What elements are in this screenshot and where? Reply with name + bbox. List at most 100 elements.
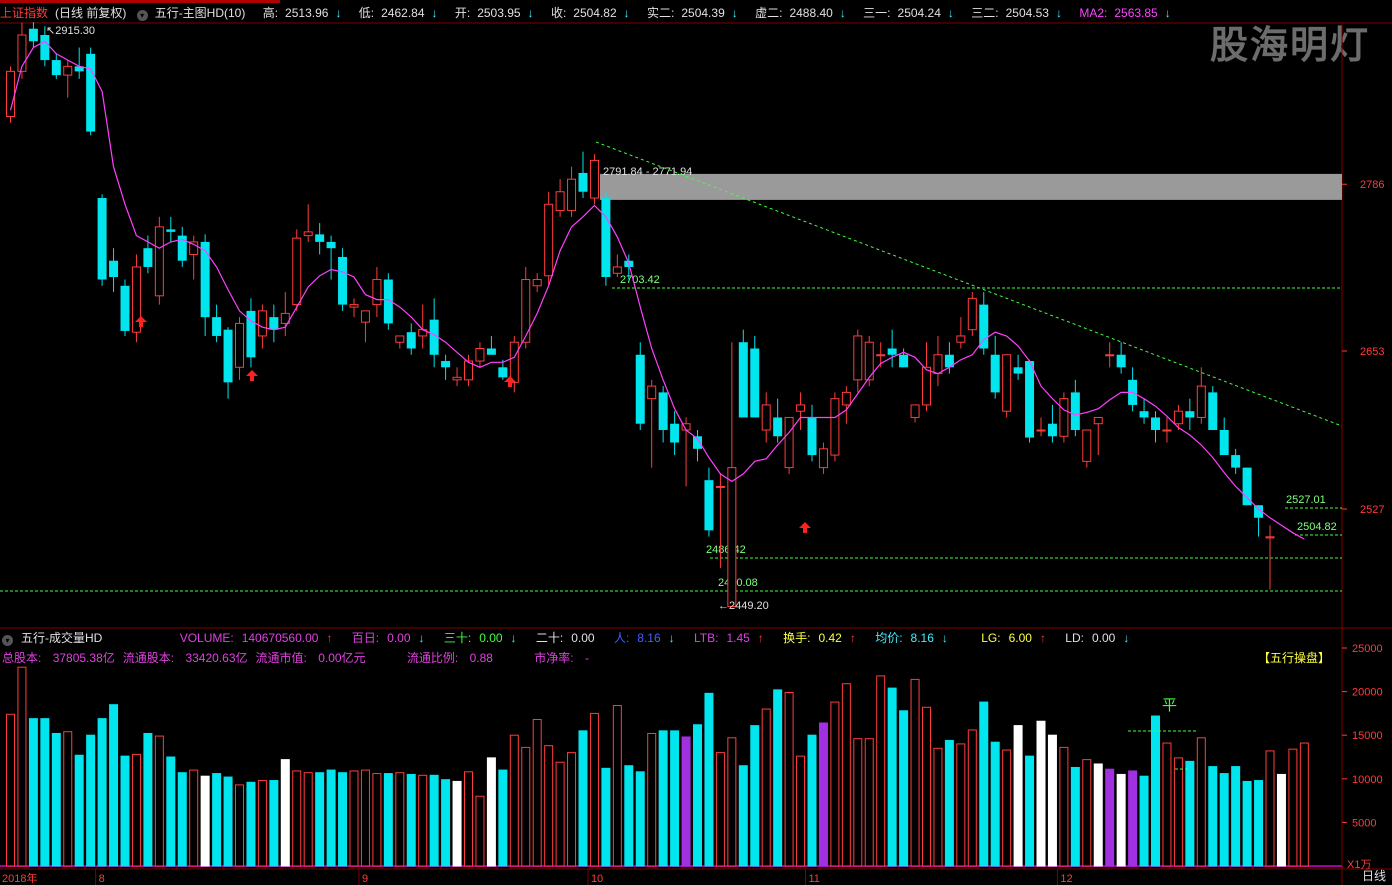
volume-bar <box>956 743 966 867</box>
volume-bar <box>200 775 210 867</box>
candle-body <box>395 335 405 343</box>
candle <box>532 273 542 293</box>
volume-bar <box>212 773 222 867</box>
candle-body <box>922 366 931 406</box>
volume-bar <box>17 666 27 867</box>
candle <box>269 304 279 343</box>
arrow-down-icon: ↓ <box>510 631 517 645</box>
volume-indicator-name[interactable]: ▾ 五行-成交量HD <box>2 631 110 646</box>
volume-bar <box>841 683 851 867</box>
candle <box>658 386 668 443</box>
candle <box>761 392 771 443</box>
candle-body <box>555 191 565 212</box>
candle <box>303 204 313 242</box>
candle-body <box>818 448 828 469</box>
candle-body <box>887 348 897 355</box>
volume-bar <box>1025 755 1035 867</box>
volume-bar <box>1162 742 1172 867</box>
volume-bar <box>395 772 405 867</box>
candle-body <box>1070 392 1080 430</box>
volume-bar <box>990 741 1000 867</box>
volume-bar <box>97 718 107 867</box>
ltgb-field: 流通股本: 33420.63亿 <box>122 651 248 665</box>
candle-body <box>841 391 851 406</box>
volume-bar <box>189 769 199 867</box>
candle <box>1002 354 1012 418</box>
volume-bar <box>383 773 393 867</box>
volume-bar <box>612 705 622 867</box>
volume-bar <box>635 771 645 867</box>
candle-body <box>441 361 451 368</box>
candle <box>1025 359 1035 443</box>
volume-bar <box>750 725 760 867</box>
volume-bar <box>1288 748 1298 867</box>
wuxing-badge[interactable]: 【五行操盘】 <box>1258 649 1330 666</box>
candle-body <box>269 317 279 330</box>
time-axis-label: 2018年 <box>2 871 37 885</box>
volume-bar <box>109 704 119 867</box>
ld-field: LD: 0.00 ↓ <box>1065 631 1130 645</box>
candle-body <box>200 241 210 318</box>
candle <box>395 335 405 349</box>
candle <box>956 317 966 349</box>
volume-bar <box>1093 763 1103 867</box>
candle-body <box>166 229 176 232</box>
volume-bar <box>589 712 599 867</box>
candle-body <box>990 354 1000 393</box>
candle-body <box>1208 392 1218 430</box>
candle-body <box>796 404 806 412</box>
volume-bar <box>773 689 783 867</box>
candle <box>452 367 462 387</box>
candle <box>830 392 840 462</box>
candle-body <box>51 60 61 76</box>
volume-bar <box>6 713 15 867</box>
candle-body <box>658 392 668 430</box>
volume-bar <box>658 730 668 867</box>
volume-bar <box>498 769 508 867</box>
candle <box>727 342 737 608</box>
candle-body <box>933 354 943 375</box>
max-price-label: ↖2915.30 <box>46 25 95 37</box>
candle <box>773 398 783 443</box>
resistance-zone <box>600 173 1342 200</box>
volume-bar <box>464 771 473 867</box>
volume-bar <box>1070 766 1080 867</box>
candle <box>86 47 96 136</box>
candle <box>612 254 622 278</box>
min-price-label: ←2449.20 <box>718 600 769 612</box>
candle-body <box>1013 367 1023 374</box>
bai-field: 百日: 0.00 ↓ <box>351 631 425 645</box>
period-label[interactable]: 日线 <box>1362 867 1386 884</box>
arrow-down-icon: ↓ <box>941 631 948 645</box>
volume-bar <box>1105 768 1115 867</box>
candle <box>1139 398 1149 424</box>
volume-bar <box>1059 746 1069 867</box>
volume-bar <box>326 769 336 867</box>
candle <box>486 335 496 355</box>
candle <box>899 348 909 368</box>
volume-tick-label: 25000 <box>1352 643 1383 655</box>
volume-bar <box>1082 759 1092 867</box>
candle-body <box>1036 429 1046 432</box>
candle <box>406 323 416 355</box>
candle-body <box>784 416 794 469</box>
volume-bar <box>143 732 153 867</box>
volume-bar <box>292 770 302 867</box>
candle-body <box>1219 430 1229 456</box>
volume-bar <box>933 747 943 867</box>
volume-bar <box>555 761 565 867</box>
candle <box>280 292 290 336</box>
candle-body <box>635 354 645 424</box>
ltsz-field: 流通市值: 0.00亿元 <box>255 651 366 665</box>
candle <box>6 66 15 123</box>
volume-bar <box>418 774 428 867</box>
ren-field: 人: 8.16 ↓ <box>613 631 675 645</box>
kline-chart[interactable]: 2786 2653 2527 25000 20000 15000 10000 5000 2791… <box>0 0 1392 885</box>
volume-bar <box>1265 750 1275 867</box>
ltbl-field: 流通比例: 0.88 <box>406 651 493 665</box>
resistance-zone-label: 2791.84 - 2771.94 <box>603 166 692 178</box>
candle <box>212 304 222 343</box>
volume-bar <box>715 752 725 867</box>
dropdown-icon[interactable]: ▾ <box>2 635 13 646</box>
volume-bar <box>670 730 680 867</box>
